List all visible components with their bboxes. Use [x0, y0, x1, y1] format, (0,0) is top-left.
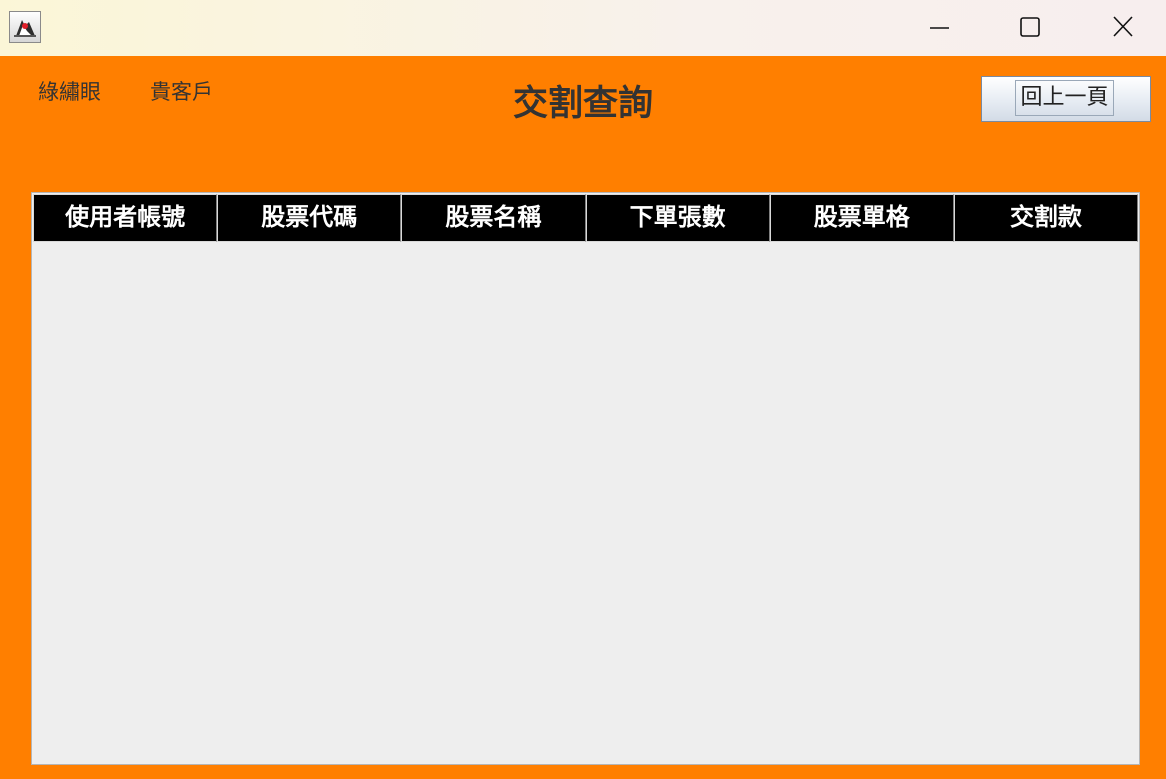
maximize-icon [1020, 17, 1040, 37]
minimize-icon [930, 27, 949, 29]
application-window: 綠繡眼 貴客戶 交割查詢 回上一頁 使用者帳號 股票代碼 股票名稱 下單張數 股… [0, 0, 1166, 779]
title-bar[interactable] [0, 0, 1166, 56]
column-header-settlement-amount[interactable]: 交割款 [953, 194, 1139, 242]
java-duke-icon[interactable] [9, 11, 41, 43]
close-button[interactable] [1077, 0, 1166, 56]
column-header-order-quantity[interactable]: 下單張數 [585, 194, 770, 242]
close-icon [1113, 16, 1133, 37]
back-button[interactable]: 回上一頁 [981, 76, 1151, 122]
table-body[interactable] [33, 242, 1138, 763]
column-header-unit-price[interactable]: 股票單格 [769, 194, 954, 242]
maximize-button[interactable] [985, 0, 1077, 56]
minimize-button[interactable] [893, 0, 985, 56]
column-header-user-account[interactable]: 使用者帳號 [33, 194, 218, 242]
back-button-label: 回上一頁 [1015, 80, 1114, 116]
column-header-stock-code[interactable]: 股票代碼 [217, 194, 402, 242]
column-header-stock-name[interactable]: 股票名稱 [401, 194, 586, 242]
settlement-table: 使用者帳號 股票代碼 股票名稱 下單張數 股票單格 交割款 [31, 192, 1140, 765]
table-header: 使用者帳號 股票代碼 股票名稱 下單張數 股票單格 交割款 [33, 194, 1139, 242]
